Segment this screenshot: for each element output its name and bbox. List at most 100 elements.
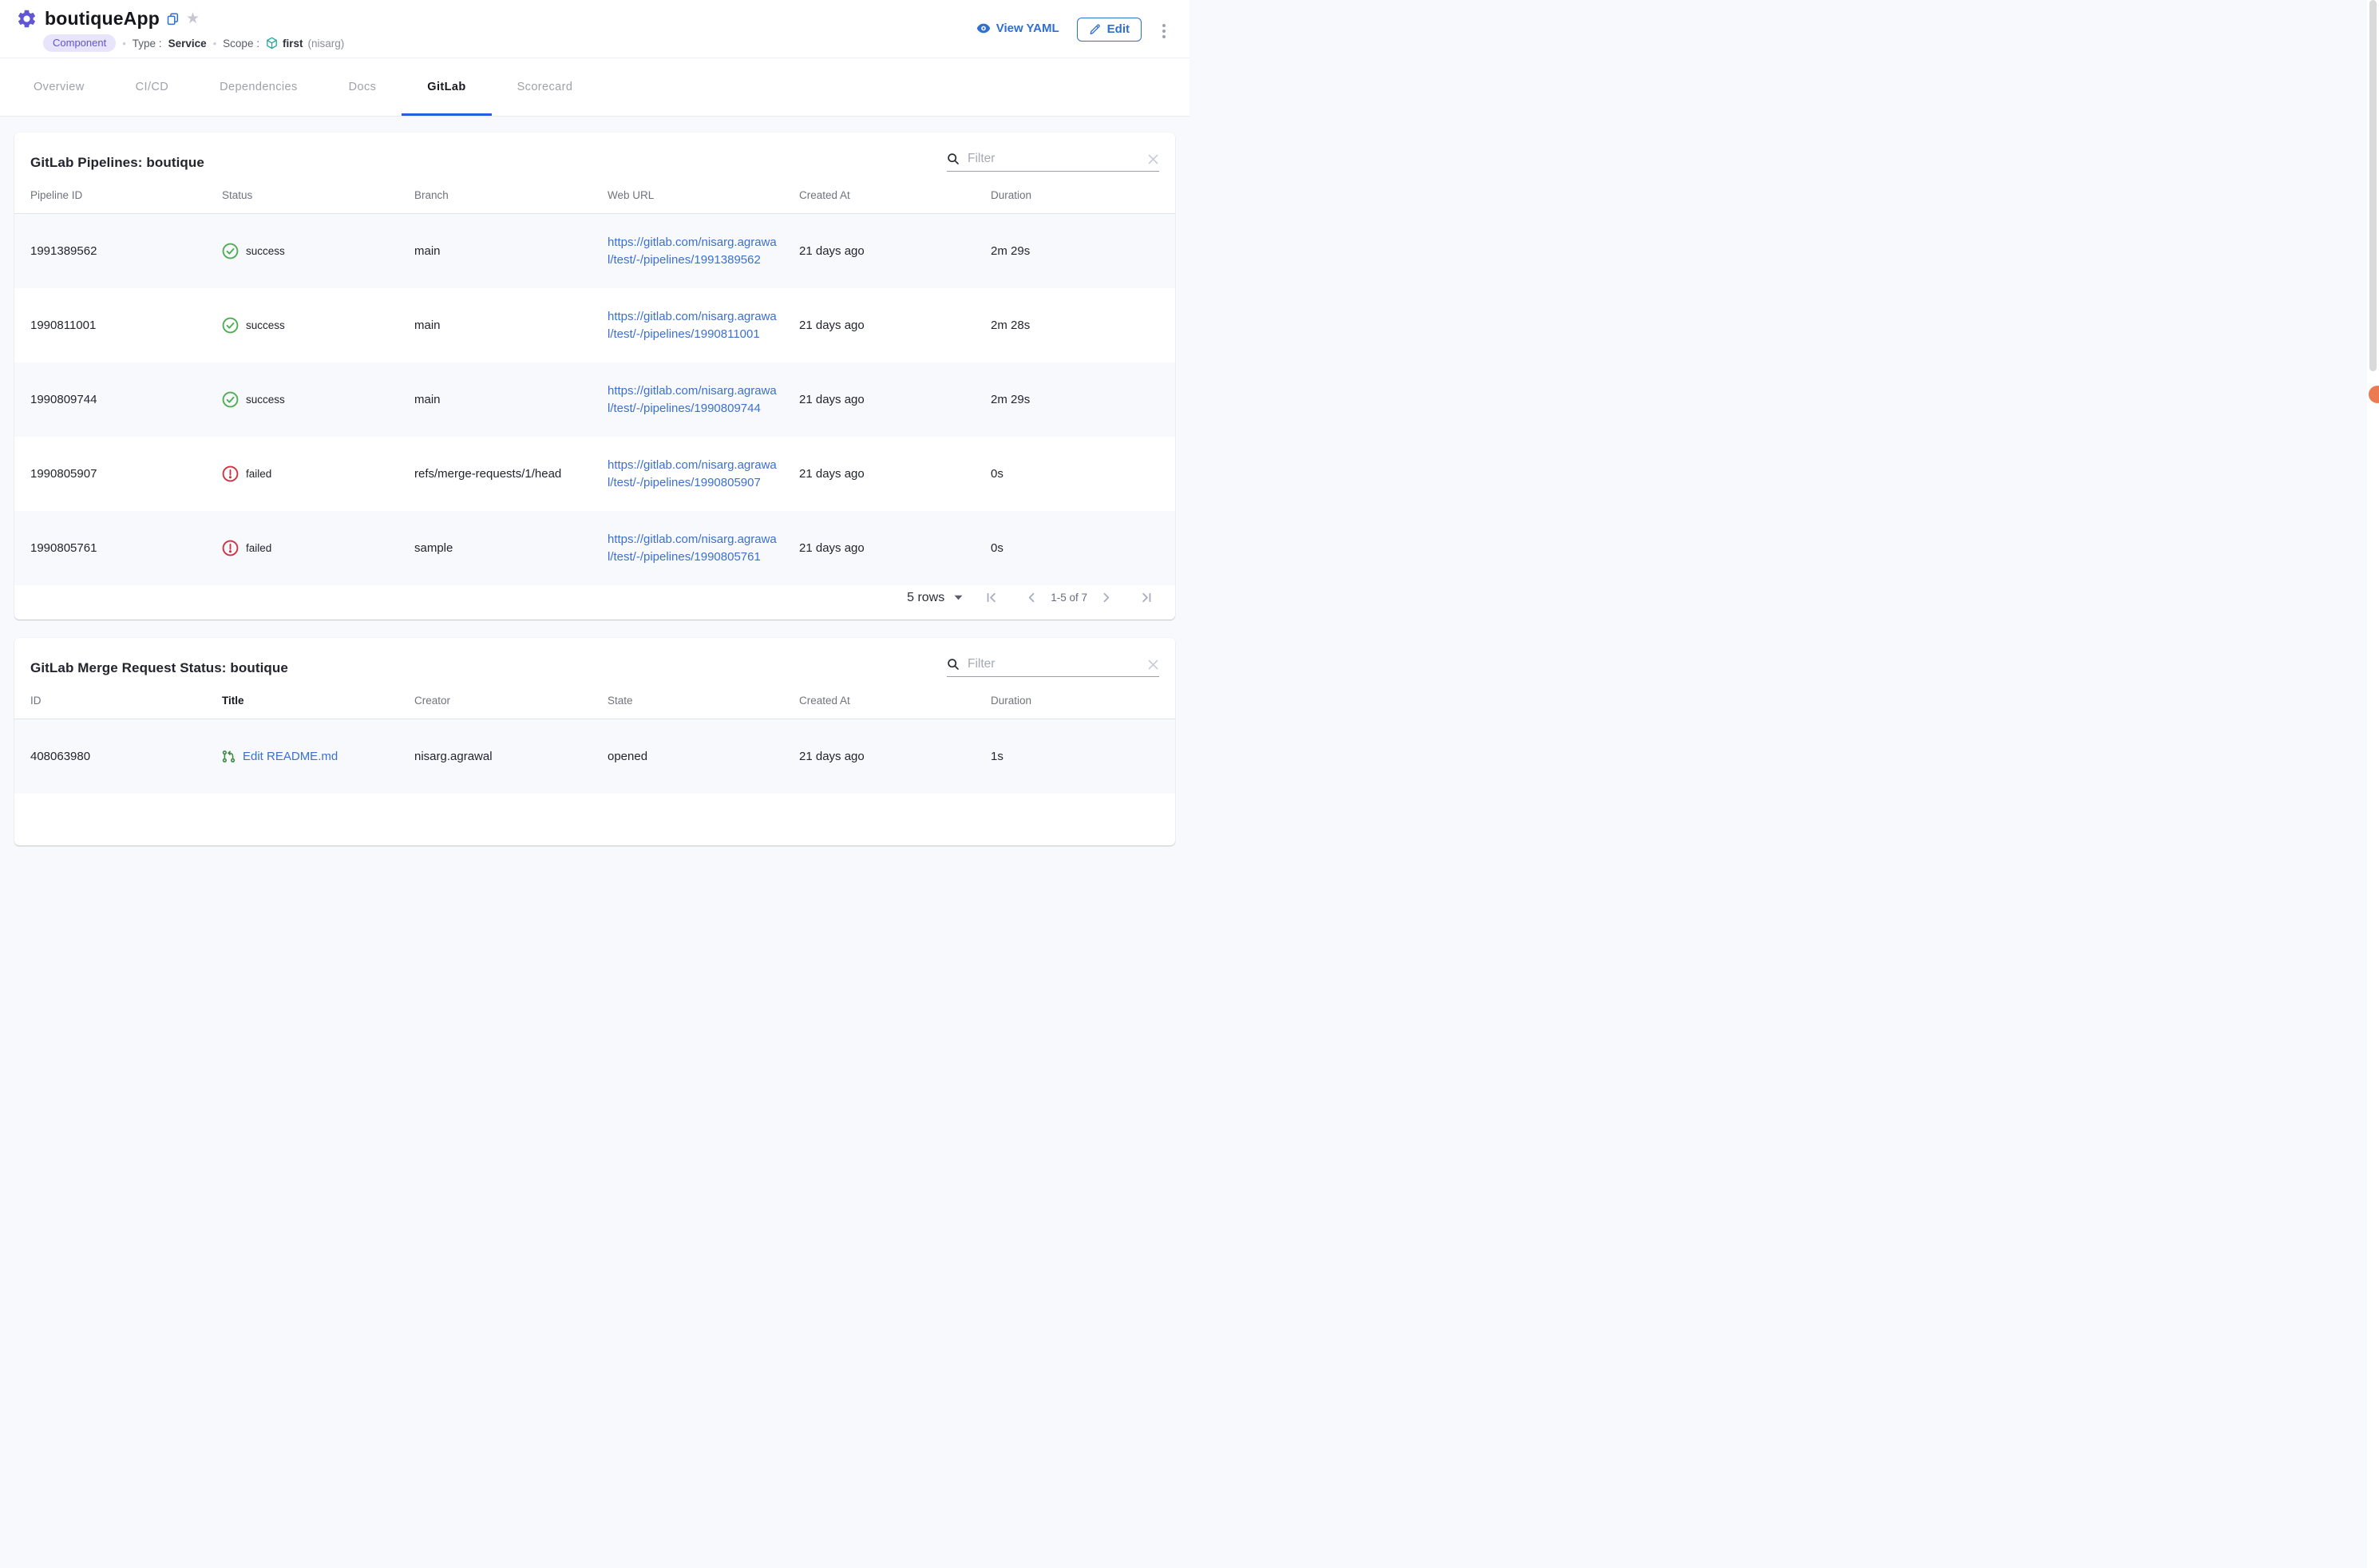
- column-header-title[interactable]: Title: [222, 695, 414, 707]
- created-at-cell: 21 days ago: [799, 541, 991, 555]
- status-cell: success: [222, 243, 414, 259]
- scrollbar-thumb[interactable]: [2369, 0, 2377, 371]
- table-row: 1990811001 success main https://gitlab.c…: [14, 288, 1175, 362]
- status-cell: failed: [222, 540, 414, 556]
- duration-cell: 0s: [991, 541, 1159, 555]
- pipeline-link[interactable]: https://gitlab.com/nisarg.agrawal/test/-…: [608, 382, 782, 418]
- table-row: 408063980 Edit README.md nisarg.agrawal …: [14, 719, 1175, 794]
- rows-per-page-value: 5 rows: [907, 591, 944, 605]
- type-label: Type :: [133, 38, 162, 49]
- pencil-icon: [1089, 23, 1101, 35]
- pipelines-table-header: Pipeline ID Status Branch Web URL Create…: [14, 175, 1175, 214]
- scope-label: Scope :: [223, 38, 259, 49]
- web-url-cell: https://gitlab.com/nisarg.agrawal/test/-…: [608, 531, 799, 566]
- column-header-state[interactable]: State: [608, 695, 799, 707]
- branch-cell: sample: [414, 541, 608, 555]
- mr-title-cell: Edit README.md: [222, 750, 414, 763]
- column-header-creator[interactable]: Creator: [414, 695, 608, 707]
- web-url-cell: https://gitlab.com/nisarg.agrawal/test/-…: [608, 457, 799, 492]
- created-at-cell: 21 days ago: [799, 393, 991, 406]
- duration-cell: 2m 29s: [991, 244, 1159, 258]
- web-url-cell: https://gitlab.com/nisarg.agrawal/test/-…: [608, 382, 799, 418]
- pipeline-link[interactable]: https://gitlab.com/nisarg.agrawal/test/-…: [608, 308, 782, 343]
- kind-badge: Component: [43, 34, 116, 52]
- pipelines-card-title: GitLab Pipelines: boutique: [30, 152, 204, 171]
- branch-cell: main: [414, 319, 608, 332]
- pipeline-id-cell: 1990811001: [30, 319, 222, 332]
- status-label: success: [246, 245, 285, 257]
- merge-request-link[interactable]: Edit README.md: [243, 750, 338, 763]
- column-header-branch[interactable]: Branch: [414, 189, 608, 201]
- copy-icon[interactable]: [167, 13, 179, 26]
- previous-page-icon[interactable]: [1021, 587, 1043, 608]
- rows-per-page-select[interactable]: 5 rows: [907, 591, 963, 605]
- clear-filter-icon[interactable]: [1147, 659, 1159, 671]
- view-yaml-button[interactable]: View YAML: [976, 18, 1059, 35]
- merge-requests-card-title: GitLab Merge Request Status: boutique: [30, 657, 288, 676]
- created-at-cell: 21 days ago: [799, 467, 991, 481]
- status-cell: success: [222, 317, 414, 334]
- last-page-icon[interactable]: [1136, 587, 1158, 608]
- more-options-icon[interactable]: [1159, 18, 1169, 45]
- clear-filter-icon[interactable]: [1147, 153, 1159, 165]
- column-header-web-url[interactable]: Web URL: [608, 189, 799, 201]
- pipeline-link[interactable]: https://gitlab.com/nisarg.agrawal/test/-…: [608, 234, 782, 269]
- merge-requests-card: GitLab Merge Request Status: boutique ID…: [14, 638, 1175, 845]
- pipelines-pagination: 5 rows 1-5 of 7: [14, 585, 1175, 620]
- column-header-status[interactable]: Status: [222, 189, 414, 201]
- tab-gitlab[interactable]: GitLab: [402, 58, 491, 116]
- column-header-pipeline-id[interactable]: Pipeline ID: [30, 189, 222, 201]
- type-value: Service: [168, 38, 207, 49]
- git-merge-request-icon: [222, 750, 236, 763]
- first-page-icon[interactable]: [980, 587, 1002, 608]
- column-header-duration[interactable]: Duration: [991, 695, 1159, 707]
- pipeline-id-cell: 1990805761: [30, 541, 222, 555]
- dot-separator: •: [213, 38, 217, 49]
- pipeline-id-cell: 1991389562: [30, 244, 222, 258]
- dot-separator: •: [122, 38, 126, 49]
- table-row: 1991389562 success main https://gitlab.c…: [14, 214, 1175, 288]
- status-label: failed: [246, 542, 271, 554]
- table-row: 1990805907 failed refs/merge-requests/1/…: [14, 437, 1175, 511]
- tab-overview[interactable]: Overview: [8, 58, 110, 116]
- mr-creator-cell: nisarg.agrawal: [414, 750, 608, 763]
- entity-tabs: Overview CI/CD Dependencies Docs GitLab …: [0, 58, 1190, 117]
- status-label: failed: [246, 468, 271, 480]
- page-title: boutiqueApp: [45, 8, 160, 30]
- gitlab-tab-content: GitLab Pipelines: boutique Pipeline ID S…: [0, 117, 1190, 845]
- column-header-duration[interactable]: Duration: [991, 189, 1159, 201]
- check-circle-icon: [222, 243, 239, 259]
- mr-duration-cell: 1s: [991, 750, 1159, 763]
- next-page-icon[interactable]: [1095, 587, 1117, 608]
- tab-docs[interactable]: Docs: [323, 58, 402, 116]
- status-cell: failed: [222, 465, 414, 482]
- branch-cell: main: [414, 244, 608, 258]
- column-header-created-at[interactable]: Created At: [799, 189, 991, 201]
- created-at-cell: 21 days ago: [799, 244, 991, 258]
- tab-scorecard[interactable]: Scorecard: [492, 58, 599, 116]
- pipelines-card: GitLab Pipelines: boutique Pipeline ID S…: [14, 133, 1175, 620]
- merge-requests-filter-input[interactable]: [968, 657, 1147, 671]
- error-circle-icon: [222, 465, 239, 482]
- edit-button-label: Edit: [1107, 22, 1130, 36]
- tab-ci-cd[interactable]: CI/CD: [110, 58, 194, 116]
- status-label: success: [246, 394, 285, 406]
- column-header-created-at[interactable]: Created At: [799, 695, 991, 707]
- entity-header: boutiqueApp ★ Component • Type : Service…: [0, 0, 1190, 58]
- scope-namespace: (nisarg): [307, 38, 344, 49]
- scrollbar-track: [2367, 0, 2379, 1568]
- web-url-cell: https://gitlab.com/nisarg.agrawal/test/-…: [608, 234, 799, 269]
- pipeline-link[interactable]: https://gitlab.com/nisarg.agrawal/test/-…: [608, 531, 782, 566]
- tab-dependencies[interactable]: Dependencies: [194, 58, 323, 116]
- mr-state-cell: opened: [608, 750, 799, 763]
- pagination-range: 1-5 of 7: [1051, 592, 1087, 604]
- pipeline-link[interactable]: https://gitlab.com/nisarg.agrawal/test/-…: [608, 457, 782, 492]
- edit-button[interactable]: Edit: [1077, 18, 1142, 42]
- gear-icon: [16, 8, 38, 30]
- pipeline-id-cell: 1990805907: [30, 467, 222, 481]
- created-at-cell: 21 days ago: [799, 319, 991, 332]
- star-icon[interactable]: ★: [186, 11, 200, 26]
- scope-value[interactable]: first: [283, 38, 303, 49]
- column-header-id[interactable]: ID: [30, 695, 222, 707]
- pipelines-filter-input[interactable]: [968, 152, 1147, 166]
